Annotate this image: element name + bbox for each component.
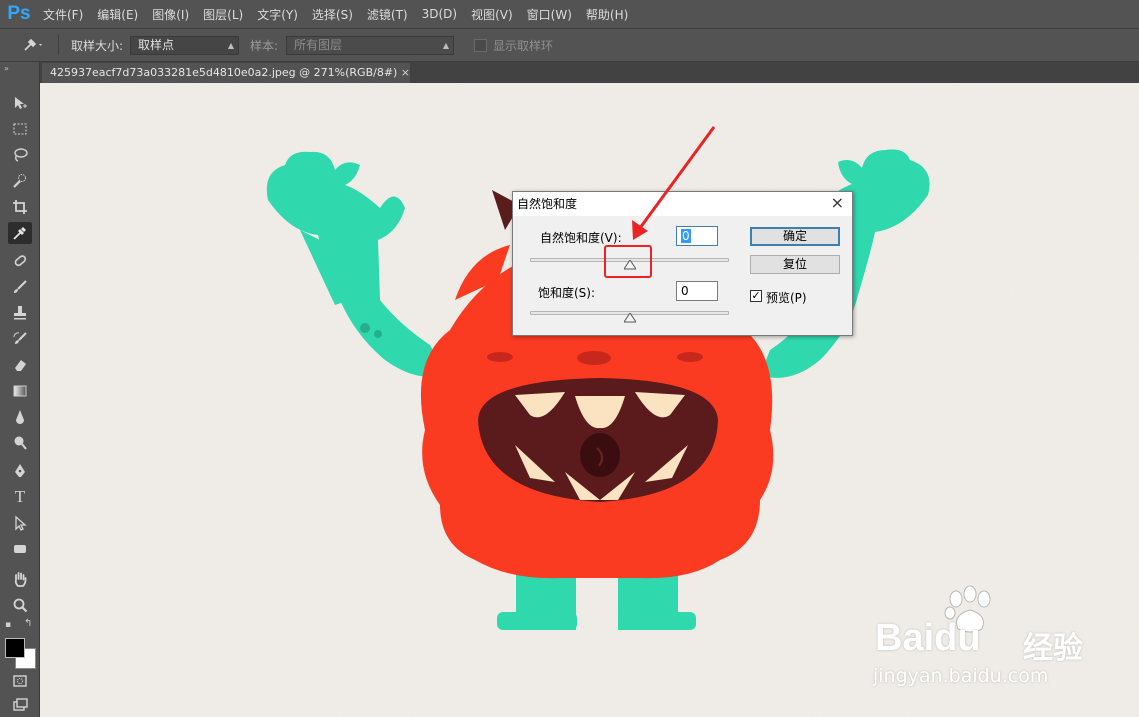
reset-button[interactable]: 复位 xyxy=(750,255,840,274)
pen-tool-icon[interactable] xyxy=(8,460,32,482)
lasso-tool-icon[interactable] xyxy=(8,144,32,166)
menu-view[interactable]: 视图(V) xyxy=(464,6,520,23)
menu-window[interactable]: 窗口(W) xyxy=(520,6,579,23)
updown-arrow-icon: ▲ xyxy=(227,41,234,50)
checkmark-icon: ✓ xyxy=(751,289,761,302)
saturation-input[interactable]: 0 xyxy=(676,281,718,301)
sample-label: 样本: xyxy=(250,38,279,53)
preview-checkbox[interactable]: ✓ xyxy=(750,290,762,302)
vibrance-value: 0 xyxy=(681,229,691,243)
watermark-service: 经验 xyxy=(1023,631,1083,666)
healing-brush-tool-icon[interactable] xyxy=(8,250,32,272)
checkbox-icon xyxy=(474,38,487,52)
sample-value: 所有图层 xyxy=(294,38,343,52)
show-ring-label: 显示取样环 xyxy=(493,38,554,53)
ok-button[interactable]: 确定 xyxy=(750,227,840,246)
dodge-tool-icon[interactable] xyxy=(8,432,32,454)
menu-type[interactable]: 文字(Y) xyxy=(250,6,305,23)
photoshop-logo: Ps xyxy=(7,3,31,24)
eyedropper-tool-icon[interactable] xyxy=(8,222,32,244)
baidu-jingyan-watermark: Baidu 经验 jingyan.baidu.com xyxy=(855,585,1135,695)
hand-tool-icon[interactable] xyxy=(8,568,32,590)
annotation-highlight-box xyxy=(604,245,652,278)
close-tab-icon[interactable]: × xyxy=(401,63,410,83)
menu-filter[interactable]: 滤镜(T) xyxy=(360,6,415,23)
saturation-slider-thumb-icon[interactable] xyxy=(623,313,636,323)
document-tab-title: 425937eacf7d73a033281e5d4810e0a2.jpeg @ … xyxy=(50,66,398,79)
show-ring-checkbox[interactable]: 显示取样环 xyxy=(474,29,553,61)
dialog-title: 自然饱和度 xyxy=(517,197,578,211)
history-brush-tool-icon[interactable] xyxy=(8,328,32,350)
watermark-url: jingyan.baidu.com xyxy=(873,665,1049,687)
saturation-label: 饱和度(S): xyxy=(538,286,596,300)
tools-panel: » T ▪ ↰ xyxy=(0,62,40,717)
menu-image[interactable]: 图像(I) xyxy=(145,6,196,23)
menu-edit[interactable]: 编辑(E) xyxy=(90,6,145,23)
sample-size-value: 取样点 xyxy=(138,38,175,52)
vibrance-input[interactable]: 0 xyxy=(676,226,718,246)
blur-tool-icon[interactable] xyxy=(8,406,32,428)
rectangle-tool-icon[interactable] xyxy=(8,538,32,560)
type-tool-icon[interactable]: T xyxy=(8,486,32,508)
watermark-brand-2: du xyxy=(934,617,981,659)
close-icon[interactable]: × xyxy=(831,193,844,212)
collapse-icon[interactable]: » xyxy=(4,64,9,73)
gradient-tool-icon[interactable] xyxy=(8,380,32,402)
options-divider xyxy=(58,35,59,55)
eyedropper-preset-icon[interactable] xyxy=(22,29,44,61)
vibrance-dialog: 自然饱和度 × 自然饱和度(V): 0 饱和度(S): 0 确定 复位 ✓ 预览… xyxy=(512,191,853,336)
clone-stamp-tool-icon[interactable] xyxy=(8,302,32,324)
document-tab-bar: 425937eacf7d73a033281e5d4810e0a2.jpeg @ … xyxy=(40,62,1139,83)
menu-3d[interactable]: 3D(D) xyxy=(415,7,464,21)
document-tab[interactable]: 425937eacf7d73a033281e5d4810e0a2.jpeg @ … xyxy=(42,63,410,83)
watermark-brand: Bai xyxy=(875,617,935,659)
vibrance-label: 自然饱和度(V): xyxy=(540,231,622,245)
eraser-tool-icon[interactable] xyxy=(8,354,32,376)
menu-help[interactable]: 帮助(H) xyxy=(579,6,635,23)
quick-mask-icon[interactable] xyxy=(8,670,32,692)
marquee-tool-icon[interactable] xyxy=(8,118,32,140)
preview-label: 预览(P) xyxy=(766,291,807,305)
saturation-value: 0 xyxy=(681,284,689,298)
path-selection-tool-icon[interactable] xyxy=(8,512,32,534)
sample-size-label: 取样大小: xyxy=(71,38,124,53)
move-tool-icon[interactable] xyxy=(8,92,32,114)
screen-mode-icon[interactable] xyxy=(8,694,32,716)
menu-file[interactable]: 文件(F) xyxy=(36,6,90,23)
menu-bar: Ps 文件(F) 编辑(E) 图像(I) 图层(L) 文字(Y) 选择(S) 滤… xyxy=(0,0,1139,28)
options-bar: 取样大小: 取样点 ▲ 样本: 所有图层 ▲ 显示取样环 xyxy=(0,28,1139,62)
menu-select[interactable]: 选择(S) xyxy=(305,6,360,23)
menu-layer[interactable]: 图层(L) xyxy=(196,6,250,23)
crop-tool-icon[interactable] xyxy=(8,196,32,218)
quick-selection-tool-icon[interactable] xyxy=(8,170,32,192)
zoom-tool-icon[interactable] xyxy=(8,594,32,616)
sample-size-select[interactable]: 取样点 ▲ xyxy=(130,36,239,55)
sample-select[interactable]: 所有图层 ▲ xyxy=(286,36,454,55)
swap-colors-icon[interactable]: ↰ xyxy=(24,618,32,629)
updown-arrow-icon: ▲ xyxy=(442,41,449,50)
default-colors-icon[interactable]: ▪ xyxy=(5,620,11,630)
brush-tool-icon[interactable] xyxy=(8,276,32,298)
foreground-color-swatch[interactable] xyxy=(5,638,25,658)
